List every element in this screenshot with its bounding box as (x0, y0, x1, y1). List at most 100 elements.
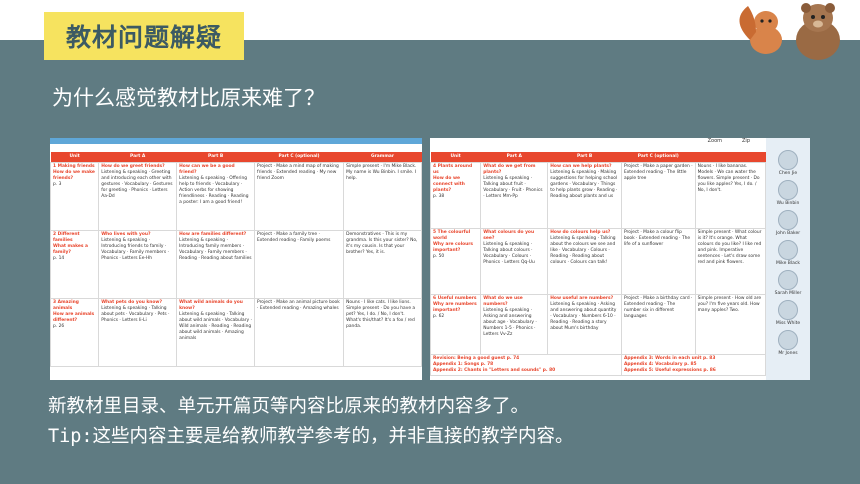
table-header-row: Unit Part A Part B Part C (optional) (430, 152, 766, 163)
part-title: What colours do you see? (483, 229, 535, 241)
unit-page: p. 50 (433, 253, 445, 259)
grammar-cell: Nouns · I like bananas. Models · We can … (694, 161, 767, 229)
part-body: Listening & speaking · Greeting and intr… (101, 169, 173, 199)
unit-question: Why are numbers important? (433, 301, 477, 313)
col-header: Part C (optional) (621, 152, 696, 163)
grammar-cell: Demonstratives · This is my grandma. Is … (343, 229, 422, 299)
table-row: 6 Useful numbers Why are numbers importa… (430, 293, 767, 355)
character-name: Sarah Miller (774, 291, 802, 296)
col-header: Part A (480, 152, 548, 163)
avatar (778, 210, 798, 230)
part-a-cell: What pets do you know? Listening & speaki… (98, 297, 178, 367)
part-a-cell: What colours do you see? Listening & spea… (480, 227, 549, 295)
appendix-item: Appendix 5: Useful expressions p. 86 (623, 367, 716, 373)
part-body: Listening & speaking · Talking about col… (483, 241, 535, 265)
contents-table-left: Unit Part A Part B Part C (optional) Gra… (50, 152, 422, 367)
part-body: Listening & speaking · Offering help to … (179, 175, 249, 205)
col-header: Part C (optional) (254, 152, 344, 163)
tip-line: Tip:这些内容主要是给教师教学参考的，并非直接的教学内容。 (48, 426, 574, 447)
part-c-cell: Project · Make a colour flip book · Exte… (620, 227, 696, 295)
part-title: How useful are numbers? (550, 295, 614, 301)
part-c-cell: Project · Make a family tree · Extended … (254, 229, 345, 299)
character-name: Mike Black (776, 261, 800, 266)
table-row: 2 Different families What makes a family… (50, 229, 422, 299)
avatar (778, 330, 798, 350)
part-body: Simple present · I'm Mike Black. My name… (346, 163, 417, 181)
part-body: Listening & speaking · Introducing frien… (101, 237, 169, 261)
part-b-cell: How do colours help us? Listening & speak… (547, 227, 622, 295)
part-b-cell: What wild animals do you know? Listening … (176, 297, 256, 367)
part-a-cell: How do we greet friends? Listening & spea… (98, 161, 178, 231)
table-row: 1 Making friends How do we make friends?… (50, 161, 422, 231)
part-body: Listening & speaking · Introducing famil… (179, 237, 252, 261)
avatar (778, 150, 798, 170)
col-header (695, 152, 766, 163)
avatar (778, 240, 798, 260)
appendix-left: Revision: Being a good guest p. 74 Appen… (430, 353, 622, 376)
grammar-cell: Nouns · I like cats. I like lions. Simpl… (343, 297, 422, 367)
unit-title: 6 Useful numbers (433, 295, 477, 301)
unit-cell: 6 Useful numbers Why are numbers importa… (430, 293, 482, 355)
part-body: Project · Make a paper garden · Extended… (623, 163, 693, 181)
part-body: Listening & speaking · Making suggestion… (550, 169, 618, 199)
col-header: Grammar (343, 152, 422, 163)
part-body: Project · Make a family tree · Extended … (257, 231, 331, 243)
table-header-row: Unit Part A Part B Part C (optional) Gra… (50, 152, 422, 163)
grammar-cell: Simple present · I'm Mike Black. My name… (343, 161, 422, 231)
part-b-cell: How can we help plants? Listening & speak… (547, 161, 622, 229)
grammar-cell: Simple present · What colour is it? It's… (694, 227, 767, 295)
unit-page: p. 14 (53, 255, 65, 261)
part-a-cell: What do we get from plants? Listening & s… (480, 161, 549, 229)
unit-cell: 1 Making friends How do we make friends?… (50, 161, 100, 231)
col-header: Part B (547, 152, 622, 163)
character-label-zoom: Zoom (707, 138, 722, 144)
explanation-text: 新教材里目录、单元开篇页等内容比原来的教材内容多了。 Tip:这些内容主要是给教… (48, 392, 574, 452)
table-row: 5 The colourful world Why are colours im… (430, 227, 767, 295)
explanation-line: 新教材里目录、单元开篇页等内容比原来的教材内容多了。 (48, 396, 530, 417)
part-body: Nouns · I like cats. I like lions. Simpl… (346, 299, 416, 329)
part-title: How do we greet friends? (101, 163, 165, 169)
part-c-cell: Project · Make a paper garden · Extended… (620, 161, 696, 229)
part-body: Listening & speaking · Asking and answer… (483, 307, 537, 337)
avatar (778, 300, 798, 320)
character-name: Chen Jie (778, 171, 798, 176)
textbook-contents-page-right: Zoom Zip Unit Part A Part B Part C (opti… (430, 138, 810, 380)
character-name: Miss White (775, 321, 801, 326)
part-body: Listening & speaking · Talking about fru… (483, 175, 543, 199)
character-name: John Baker (775, 231, 801, 236)
appendix-item: Appendix 2: Chants in "Letters and sound… (433, 367, 556, 373)
col-header: Part A (98, 152, 177, 163)
part-title: What do we use numbers? (483, 295, 523, 307)
part-body: Nouns · I like bananas. Models · We can … (697, 163, 760, 193)
avatar (778, 180, 798, 200)
part-body: Demonstratives · This is my grandma. Is … (346, 231, 418, 255)
unit-cell: 3 Amazing animals How are animals differ… (50, 297, 100, 367)
character-name: Wu Binbin (776, 201, 800, 206)
unit-title: 2 Different families (53, 231, 80, 243)
part-b-cell: How can we be a good friend? Listening & … (176, 161, 256, 231)
col-header: Unit (430, 152, 481, 163)
table-row: 3 Amazing animals How are animals differ… (50, 297, 422, 367)
grammar-cell: Simple present · How old are you? I'm fi… (694, 293, 767, 355)
unit-page: p. 26 (53, 323, 65, 329)
unit-title: 4 Plants around us (433, 163, 473, 175)
unit-page: p. 38 (433, 193, 445, 199)
part-title: How are families different? (179, 231, 247, 237)
part-c-cell: Project · Make a mind map of making frie… (254, 161, 345, 231)
part-a-cell: Who lives with you? Listening & speaking … (98, 229, 178, 299)
part-body: Listening & speaking · Talking about pet… (101, 305, 170, 323)
unit-cell: 5 The colourful world Why are colours im… (430, 227, 482, 295)
appendix-row: Revision: Being a good guest p. 74 Appen… (430, 353, 767, 376)
part-title: What wild animals do you know? (179, 299, 243, 311)
part-c-cell: Project · Make an animal picture book · … (254, 297, 345, 367)
part-body: Simple present · How old are you? I'm fi… (697, 295, 762, 313)
part-title: What do we get from plants? (483, 163, 536, 175)
unit-question: How are animals different? (53, 311, 95, 323)
part-body: Project · Make an animal picture book · … (257, 299, 340, 311)
part-a-cell: What do we use numbers? Listening & speak… (480, 293, 549, 355)
col-header: Part B (176, 152, 255, 163)
part-body: Listening & speaking · Talking about wil… (179, 311, 252, 341)
part-b-cell: How useful are numbers? Listening & speak… (547, 293, 622, 355)
part-title: How can we be a good friend? (179, 163, 235, 175)
part-body: Simple present · What colour is it? It's… (697, 229, 762, 265)
